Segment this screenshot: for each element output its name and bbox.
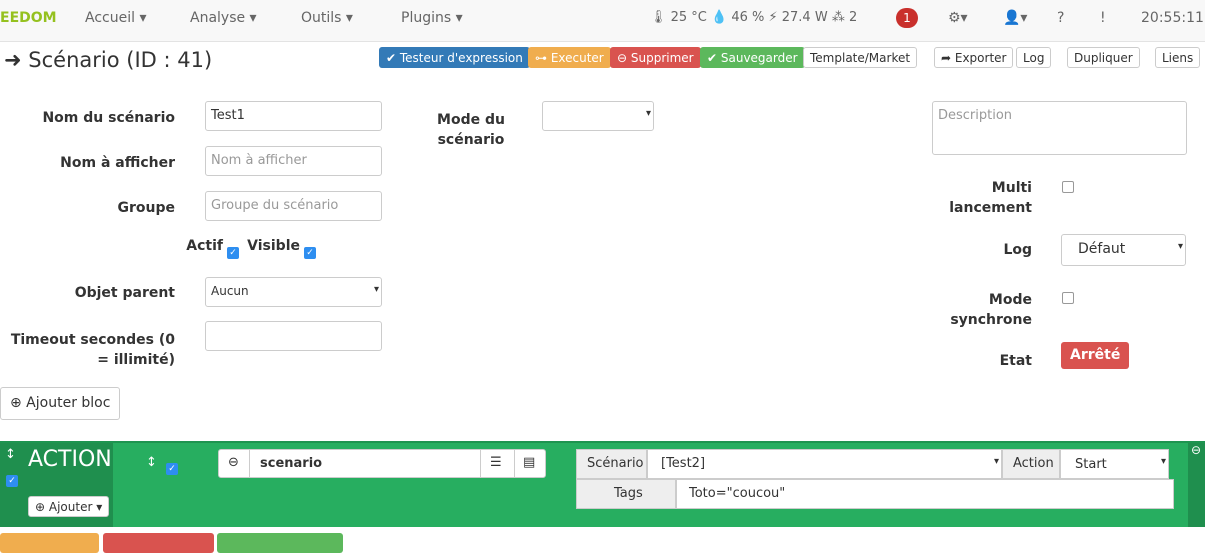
name-input[interactable]: Test1 <box>205 101 382 131</box>
parent-select[interactable]: Aucun <box>205 277 382 307</box>
mode-select[interactable] <box>542 101 654 131</box>
display-name-label: Nom à afficher <box>60 155 175 171</box>
page-title: ➜ Scénario (ID : 41) <box>4 48 213 72</box>
block-title: ACTION <box>28 447 112 472</box>
menu-accueil[interactable]: Accueil ▾ <box>85 10 146 26</box>
etat-label: Etat <box>999 353 1032 369</box>
menu-plugins[interactable]: Plugins ▾ <box>401 10 463 26</box>
sync-checkbox[interactable] <box>1062 292 1074 304</box>
notification-badge[interactable]: 1 <box>896 8 918 28</box>
log-select[interactable]: Défaut <box>1061 234 1186 266</box>
select-command-icon[interactable]: ☰ <box>490 455 502 470</box>
block-header: ↕ ACTION ✓ ⊕ Ajouter ▾ <box>0 443 113 527</box>
action-block: ↕ ACTION ✓ ⊕ Ajouter ▾ ↕ ✓ ⊖ scenario ☰ … <box>0 441 1205 527</box>
duplicate-button[interactable]: Dupliquer <box>1067 47 1140 68</box>
multi-checkbox[interactable] <box>1062 181 1074 193</box>
tags-input[interactable]: Toto="coucou" <box>676 479 1174 509</box>
command-group: ⊖ scenario ☰ ▤ <box>218 449 546 478</box>
help-icon[interactable]: ? <box>1057 10 1064 26</box>
navbar: EEDOM Accueil ▾ Analyse ▾ Outils ▾ Plugi… <box>0 0 1205 42</box>
description-textarea[interactable]: Description <box>932 101 1187 155</box>
add-block-button[interactable]: ⊕ Ajouter bloc <box>0 387 121 420</box>
execute-button[interactable]: ⊶ Executer <box>528 47 611 68</box>
sync-label: Mode synchrone <box>950 292 1032 328</box>
parent-label: Objet parent <box>74 285 175 301</box>
alert-icon[interactable]: ! <box>1100 10 1106 26</box>
state-badge: Arrêté <box>1061 342 1130 369</box>
actif-label: Actif <box>186 238 223 254</box>
block-side-bar: ⊖ <box>1188 443 1205 527</box>
actif-checkbox[interactable]: ✓ <box>227 247 239 259</box>
name-label: Nom du scénario <box>42 110 175 126</box>
bottom-green-button[interactable] <box>217 533 343 553</box>
logo[interactable]: EEDOM <box>0 10 57 26</box>
block-enable-checkbox[interactable]: ✓ <box>6 475 18 487</box>
action-enable-checkbox[interactable]: ✓ <box>166 463 178 475</box>
action-label: Action <box>1002 449 1060 479</box>
scenario-label: Scénario <box>576 449 647 479</box>
remove-icon[interactable]: ⊖ <box>228 455 239 470</box>
visible-label: Visible <box>247 238 300 254</box>
clock: 20:55:11 <box>1141 10 1204 26</box>
action-select[interactable]: Start <box>1060 449 1169 479</box>
user-icon[interactable]: 👤▾ <box>1003 10 1027 26</box>
display-name-input[interactable]: Nom à afficher <box>205 146 382 176</box>
gears-icon[interactable]: ⚙▾ <box>948 10 968 26</box>
add-action-button[interactable]: ⊕ Ajouter ▾ <box>28 496 110 517</box>
group-input[interactable]: Groupe du scénario <box>205 191 382 221</box>
mode-label: Mode du scénario <box>437 112 505 148</box>
save-button[interactable]: ✔ Sauvegarder <box>700 47 805 68</box>
timeout-label: Timeout secondes (0 = illimité) <box>10 332 175 368</box>
back-icon[interactable]: ➜ <box>4 48 28 72</box>
links-button[interactable]: Liens <box>1155 47 1201 68</box>
bottom-orange-button[interactable] <box>0 533 99 553</box>
delete-button[interactable]: ⊖ Supprimer <box>610 47 701 68</box>
menu-outils[interactable]: Outils ▾ <box>301 10 353 26</box>
action-drag-icon[interactable]: ↕ <box>146 455 157 470</box>
group-label: Groupe <box>117 200 176 216</box>
status-summary: 🌡 25 °C 💧 46 % ⚡ 27.4 W ⁂ 2 <box>650 10 858 25</box>
expression-tester-button[interactable]: ✔ Testeur d'expression <box>379 47 530 68</box>
bottom-red-button[interactable] <box>103 533 214 553</box>
command-input[interactable]: scenario <box>260 456 322 471</box>
multi-label: Multi lancement <box>949 180 1032 216</box>
scenario-select[interactable]: [Test2] <box>647 449 1002 479</box>
menu-analyse[interactable]: Analyse ▾ <box>190 10 257 26</box>
tags-label: Tags <box>576 479 676 509</box>
log-label: Log <box>1003 242 1032 258</box>
drag-handle-icon[interactable]: ↕ <box>5 447 16 462</box>
log-button[interactable]: Log <box>1016 47 1052 68</box>
remove-block-icon[interactable]: ⊖ <box>1191 443 1201 457</box>
template-market-button[interactable]: Template/Market <box>803 47 918 68</box>
timeout-input[interactable] <box>205 321 382 351</box>
list-icon[interactable]: ▤ <box>523 455 535 470</box>
export-button[interactable]: ➦ Exporter <box>934 47 1014 68</box>
visible-checkbox[interactable]: ✓ <box>304 247 316 259</box>
